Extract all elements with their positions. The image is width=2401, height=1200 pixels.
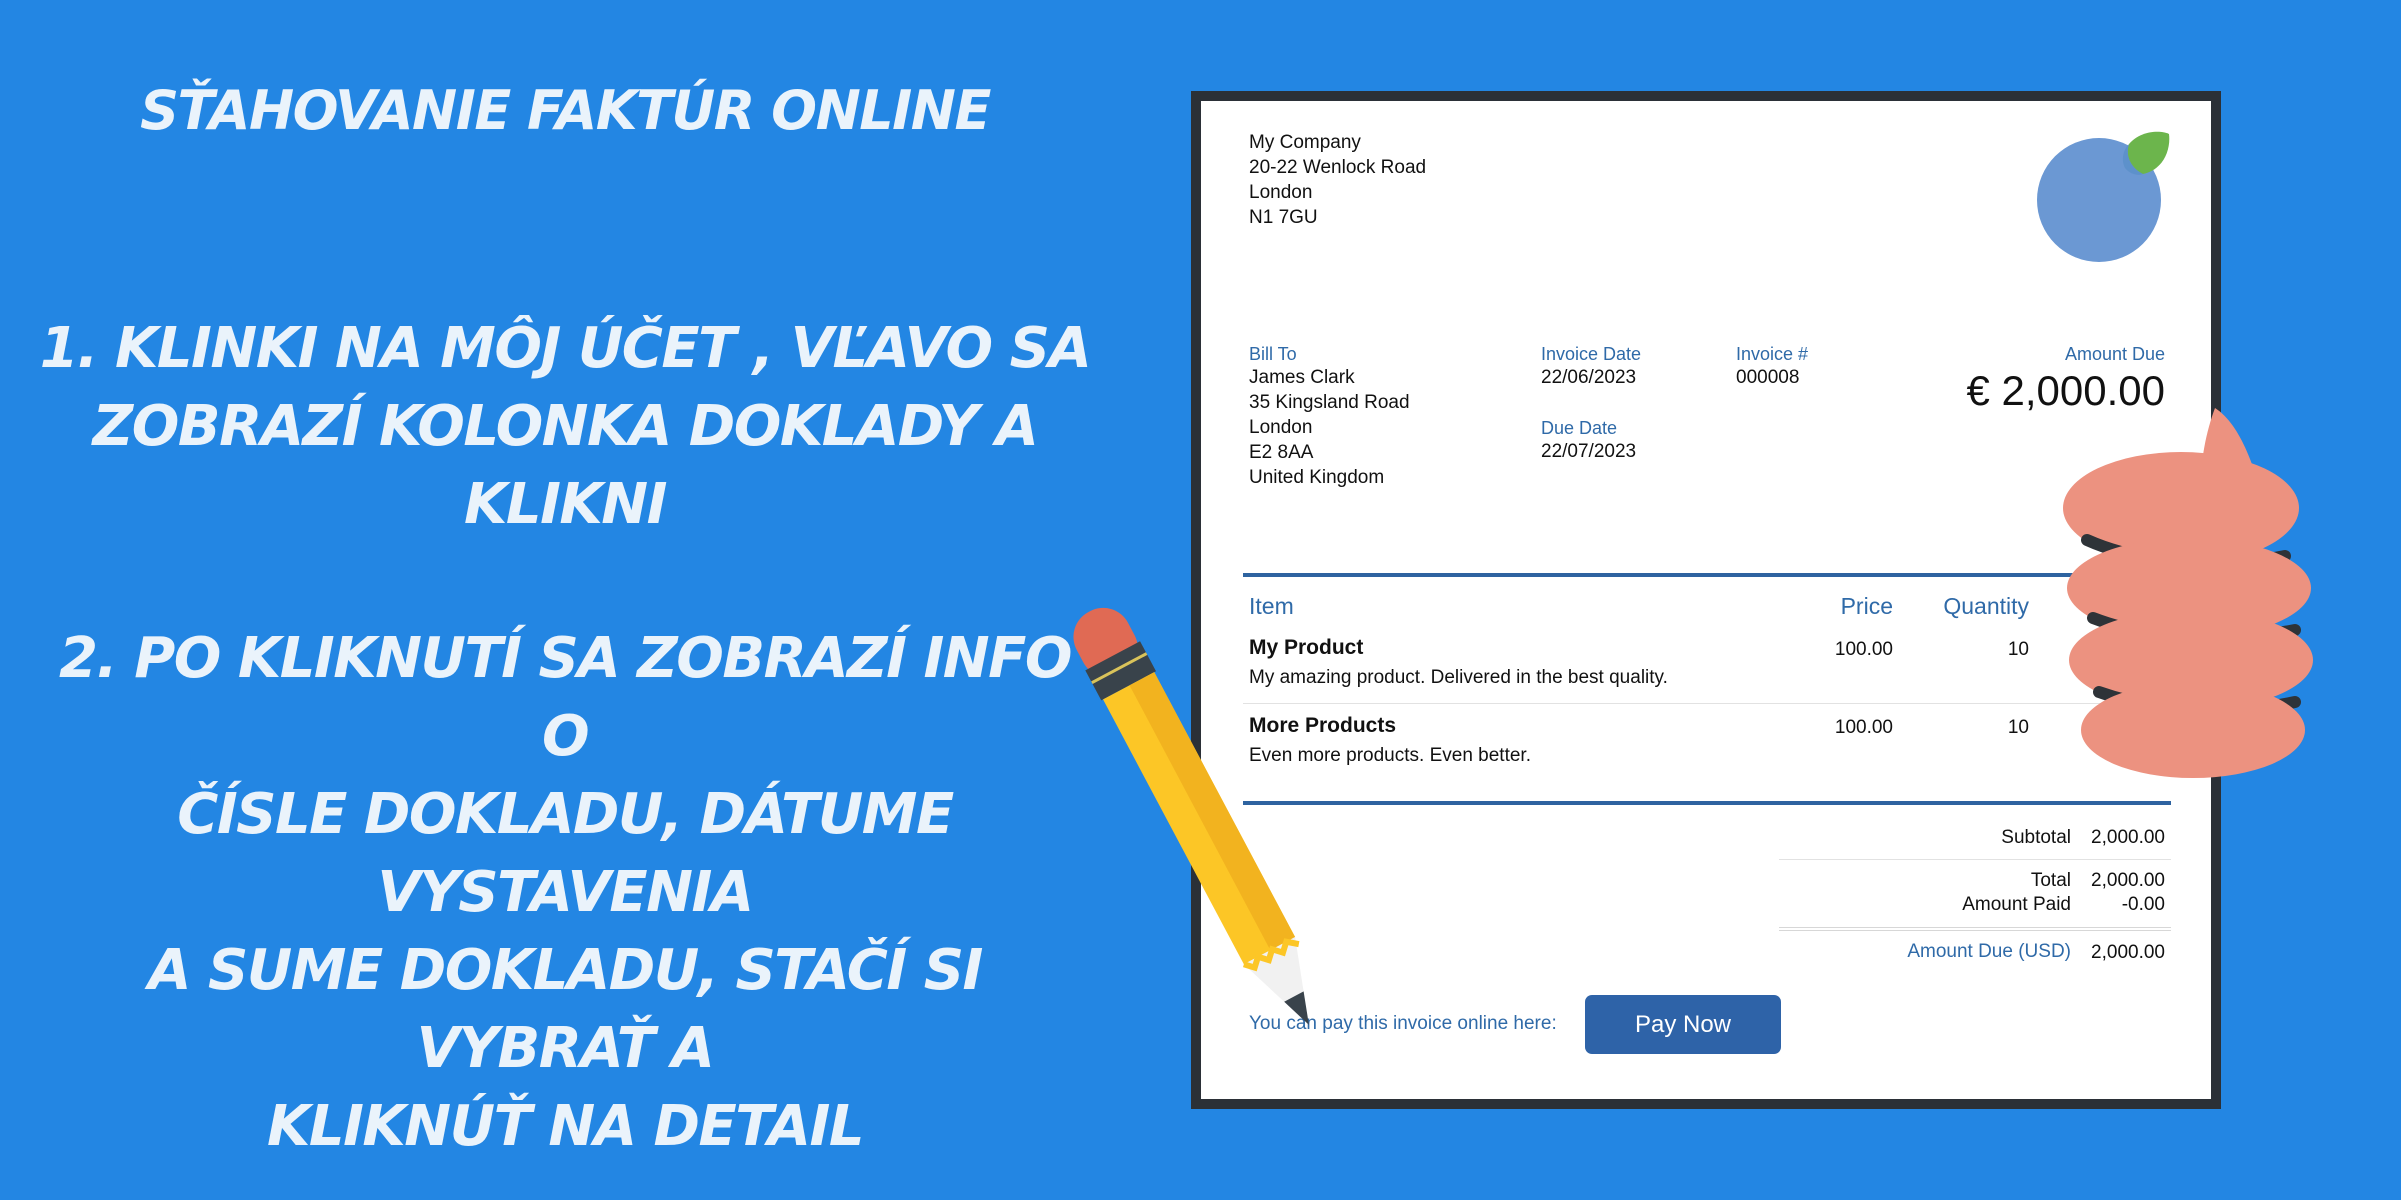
totals-double-rule <box>1779 927 2171 931</box>
due-date-label: Due Date <box>1541 418 1618 438</box>
step-2-instruction: 2. PO KLIKNUTÍ SA ZOBRAZÍ INFO O ČÍSLE D… <box>58 626 1073 1159</box>
bill-to-address: James Clark 35 Kingsland Road London E2 … <box>1249 367 1410 488</box>
amount-paid-value: -0.00 <box>2121 894 2165 915</box>
subtotal-divider <box>1779 859 2171 860</box>
item-quantity: 10 <box>2007 639 2029 660</box>
total-label: Total <box>2030 870 2071 891</box>
row-divider <box>1243 703 2171 704</box>
thumbs-up-hand-icon <box>2063 408 2313 778</box>
company-address: My Company 20-22 Wenlock Road London N1 … <box>1249 132 1427 228</box>
poster-title: SŤAHOVANIE FAKTÚR ONLINE <box>140 79 991 142</box>
invoice-number-label: Invoice # <box>1736 344 1809 364</box>
pay-now-button[interactable]: Pay Now <box>1585 995 1781 1054</box>
invoice-date: 22/06/2023 <box>1541 367 1637 388</box>
due-date: 22/07/2023 <box>1541 441 1637 462</box>
pencil-icon <box>1073 607 1309 1025</box>
column-header-quantity: Quantity <box>1943 593 2029 619</box>
subtotal-label: Subtotal <box>2001 827 2071 848</box>
invoice-date-label: Invoice Date <box>1541 344 1642 364</box>
bill-to-label: Bill To <box>1249 344 1297 364</box>
amount-paid-label: Amount Paid <box>1962 894 2071 915</box>
item-price: 100.00 <box>1834 639 1893 660</box>
item-price: 100.00 <box>1834 717 1893 738</box>
invoice-number: 000008 <box>1736 367 1800 388</box>
amount-due-usd-value: 2,000.00 <box>2091 942 2165 963</box>
step-1-instruction: 1. KLINKI NA MÔJ ÚČET , VĽAVO SA ZOBRAZÍ… <box>39 316 1092 537</box>
subtotal-value: 2,000.00 <box>2091 827 2165 848</box>
amount-due-label: Amount Due <box>2064 344 2165 364</box>
total-value: 2,000.00 <box>2091 870 2165 891</box>
items-bottom-rule <box>1243 801 2171 805</box>
amount-due-usd-label: Amount Due (USD) <box>1907 941 2071 962</box>
items-top-rule <box>1243 573 2171 577</box>
item-quantity: 10 <box>2007 717 2029 738</box>
logo-icon <box>2037 131 2170 262</box>
column-header-price: Price <box>1840 593 1893 619</box>
